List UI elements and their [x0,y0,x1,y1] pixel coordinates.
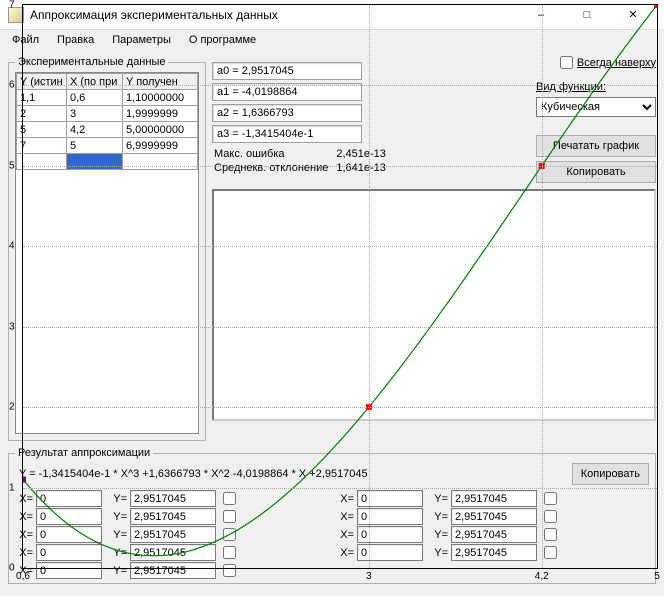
fit-curve [23,5,657,556]
y-tick-label: 1 [9,482,15,493]
chart-svg [23,5,657,568]
chart-plot-area: 012345670,634,25 [22,4,658,569]
y-tick-label: 7 [9,0,15,11]
chart-panel[interactable]: 012345670,634,25 [212,189,656,421]
data-marker [23,477,26,483]
y-tick-label: 0 [9,563,15,574]
x-tick-label: 5 [654,571,660,582]
y-tick-label: 4 [9,241,15,252]
y-tick-label: 6 [9,80,15,91]
y-tick-label: 3 [9,321,15,332]
x-tick-label: 0,6 [16,571,30,582]
x-tick-label: 4,2 [535,571,549,582]
x-tick-label: 3 [366,571,372,582]
data-marker [654,5,657,8]
y-tick-label: 2 [9,402,15,413]
y-tick-label: 5 [9,160,15,171]
